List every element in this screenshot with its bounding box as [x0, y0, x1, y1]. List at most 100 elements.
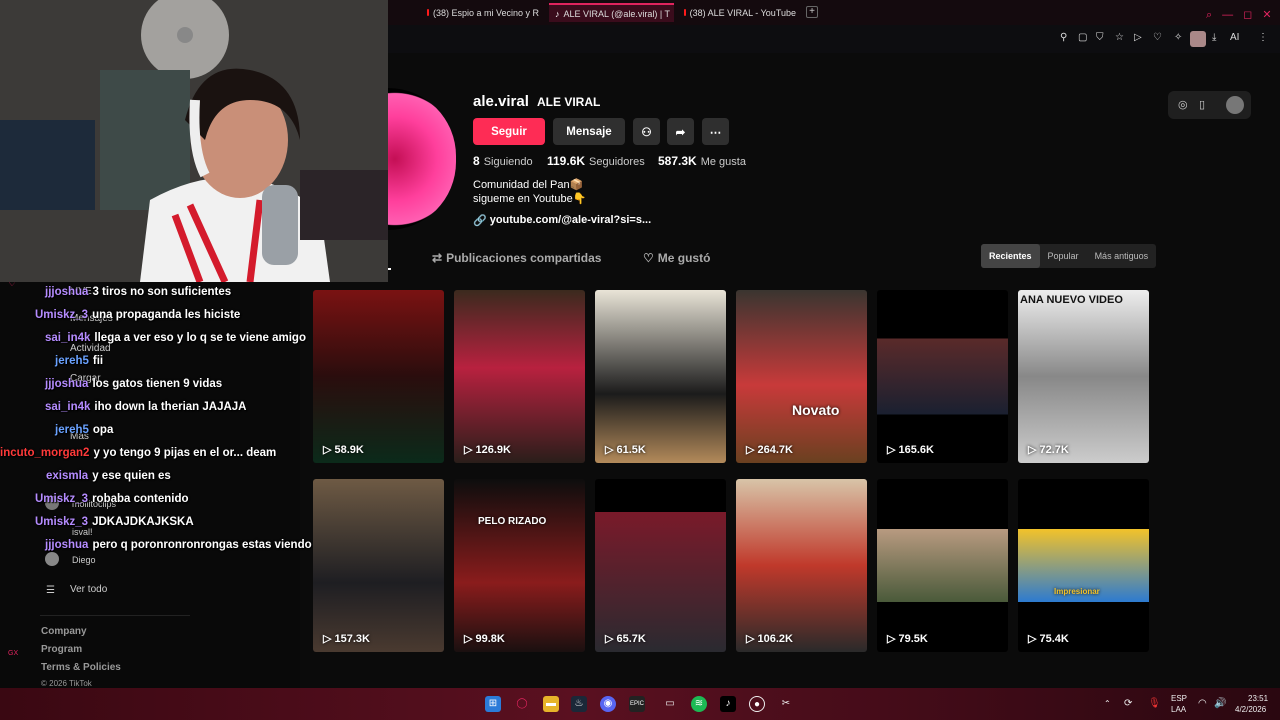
sidebar-item-activity[interactable]: Actividad — [70, 343, 111, 354]
chat-message: exismla y ese quien es — [46, 470, 171, 482]
profile-avatar[interactable] — [1190, 31, 1206, 47]
obs-icon[interactable]: ● — [749, 696, 765, 712]
follow-button[interactable]: Seguir — [473, 118, 545, 145]
spotify-icon[interactable]: ≋ — [691, 696, 707, 712]
screenshot-icon[interactable]: ▢ — [1078, 32, 1087, 43]
tab-shared-posts[interactable]: ⇄ Publicaciones compartidas — [432, 251, 601, 265]
heart-icon[interactable]: ♡ — [1153, 32, 1162, 43]
play-count-icon: ▷ — [887, 444, 899, 456]
footer-terms[interactable]: Terms & Policies — [41, 662, 121, 673]
minimize-icon[interactable]: — — [1222, 9, 1233, 21]
followers-stat[interactable]: 119.6K Seguidores — [547, 154, 645, 168]
compass-icon[interactable]: ◎ — [1178, 98, 1188, 111]
share-button[interactable]: ➦ — [667, 118, 694, 145]
device-toolbar: ◎ ▯ — [1168, 91, 1251, 119]
link-icon: 🔗 — [473, 215, 487, 227]
webcam-overlay — [0, 0, 388, 282]
extensions-icon[interactable]: ✧ — [1174, 32, 1182, 43]
video-card[interactable]: ▷ 65.7K — [595, 479, 726, 652]
video-caption: PELO RIZADO — [478, 516, 547, 527]
start-icon[interactable]: ⊞ — [485, 696, 501, 712]
download-icon[interactable]: ⤓ — [1212, 32, 1216, 43]
epic-games-icon[interactable]: EPIC — [629, 696, 645, 712]
video-card[interactable]: ▷ 58.9K — [313, 290, 444, 463]
profile-link[interactable]: 🔗 youtube.com/@ale-viral?si=s... — [473, 214, 651, 227]
chat-text: opa — [92, 424, 114, 436]
video-views: ▷ 126.9K — [464, 443, 511, 456]
discord-icon[interactable]: ◉ — [600, 696, 616, 712]
footer-program[interactable]: Program — [41, 644, 82, 655]
tab-liked[interactable]: ♡ Me gustó — [643, 251, 710, 265]
play-count-icon: ▷ — [1028, 444, 1040, 456]
phone-icon[interactable]: ▯ — [1199, 98, 1205, 111]
footer-company[interactable]: Company — [41, 626, 87, 637]
video-card[interactable]: ▷ 106.2K — [736, 479, 867, 652]
play-icon[interactable]: ▷ — [1134, 32, 1142, 43]
liked-heart-icon: ♡ — [643, 251, 654, 265]
folder-icon[interactable]: ▬ — [543, 696, 559, 712]
view-count: 61.5K — [616, 444, 646, 456]
mic-icon[interactable]: 🎙 — [1148, 698, 1161, 709]
sort-recent-button[interactable]: Recientes — [981, 244, 1040, 268]
see-all-link[interactable]: Ver todo — [70, 584, 107, 595]
play-count-icon: ▷ — [323, 633, 335, 645]
new-tab-button[interactable]: + — [806, 6, 818, 18]
chat-text: JDKAJDKAJKSKA — [92, 516, 194, 528]
video-views: ▷ 264.7K — [746, 443, 793, 456]
sort-oldest-button[interactable]: Más antiguos — [1087, 244, 1157, 268]
tab-youtube-aleviral[interactable]: (38) ALE VIRAL - YouTube — [678, 3, 802, 22]
video-card[interactable]: Novato ▷ 264.7K — [736, 290, 867, 463]
video-card[interactable]: ▷ 126.9K — [454, 290, 585, 463]
divider — [40, 615, 190, 616]
chat-message: jereh5 opa — [55, 424, 113, 436]
language-layout[interactable]: LAA — [1171, 705, 1186, 714]
video-card[interactable]: ANA NUEVO VIDEO ▷ 72.7K — [1018, 290, 1149, 463]
message-button[interactable]: Mensaje — [553, 118, 625, 145]
search-icon[interactable]: ⌕ — [1206, 9, 1212, 22]
tray-chevron-icon[interactable]: ⌃ — [1104, 699, 1111, 708]
menu-icon[interactable]: ⋮ — [1258, 32, 1268, 43]
play-count-icon: ▷ — [746, 633, 758, 645]
tab-youtube-espio[interactable]: (38) Espio a mi Vecino y R — [421, 3, 545, 22]
followed-account-3[interactable]: Diego — [72, 555, 96, 565]
close-icon[interactable]: ✕ — [1262, 8, 1271, 21]
video-card[interactable]: ▷ 157.3K — [313, 479, 444, 652]
bookmark-icon[interactable]: ☆ — [1115, 32, 1124, 43]
view-count: 106.2K — [757, 633, 793, 645]
app-icon[interactable]: ▭ — [662, 696, 678, 712]
video-card[interactable]: PELO RIZADO ▷ 99.8K — [454, 479, 585, 652]
tab-tiktok-aleviral[interactable]: ♪ ALE VIRAL (@ale.viral) | T — [549, 3, 674, 22]
pin-icon[interactable]: ⚲ — [1060, 32, 1067, 43]
chat-text: y ese quien es — [92, 470, 171, 482]
ellipsis-icon: ⋯ — [709, 126, 722, 139]
volume-icon[interactable]: 🔊 — [1214, 698, 1226, 709]
view-count: 79.5K — [898, 633, 928, 645]
ai-icon[interactable]: AI — [1230, 32, 1239, 43]
list-icon: ☰ — [46, 585, 55, 596]
chat-message: Umiskz_3 robaba contenido — [35, 493, 189, 505]
followed-account-2[interactable]: isval! — [72, 527, 93, 537]
maximize-icon[interactable]: ◻ — [1243, 8, 1252, 21]
opera-gx-icon[interactable]: ◯ — [514, 696, 530, 712]
clock-time[interactable]: 23:51 — [1248, 694, 1268, 703]
steam-icon[interactable]: ♨ — [571, 696, 587, 712]
shield-icon[interactable]: ⛉ — [1096, 32, 1104, 43]
language-code[interactable]: ESP — [1171, 694, 1187, 703]
view-count: 264.7K — [757, 444, 793, 456]
following-stat[interactable]: 8 Siguiendo — [473, 154, 533, 168]
followers-label: Seguidores — [589, 156, 645, 168]
video-card[interactable]: ▷ 79.5K — [877, 479, 1008, 652]
wifi-icon[interactable]: ◠ — [1198, 698, 1207, 709]
tiktok-app-icon[interactable]: ♪ — [720, 696, 736, 712]
avatar[interactable] — [1226, 96, 1244, 114]
more-options-button[interactable]: ⋯ — [702, 118, 729, 145]
gx-icon[interactable]: GX — [8, 650, 18, 657]
add-friend-button[interactable]: ⚇ — [633, 118, 660, 145]
sort-popular-button[interactable]: Popular — [1040, 244, 1087, 268]
capcut-icon[interactable]: ✂ — [778, 696, 794, 712]
sync-icon[interactable]: ⟳ — [1124, 698, 1132, 709]
clock-date[interactable]: 4/2/2026 — [1235, 705, 1266, 714]
video-card[interactable]: Impresionar ▷ 75.4K — [1018, 479, 1149, 652]
video-card[interactable]: ▷ 61.5K — [595, 290, 726, 463]
video-card[interactable]: ▷ 165.6K — [877, 290, 1008, 463]
